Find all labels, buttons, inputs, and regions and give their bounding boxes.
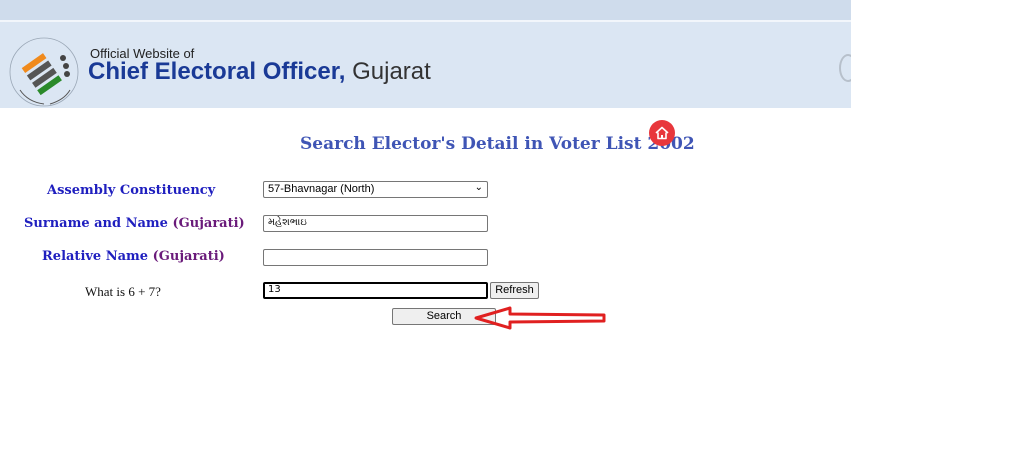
home-glyph-icon	[655, 126, 669, 140]
page-title: Search Elector's Detail in Voter List 20…	[300, 134, 695, 154]
site-banner: Official Website of Chief Electoral Offi…	[0, 22, 851, 108]
chevron-down-icon: ⌄	[474, 182, 483, 193]
top-strip	[0, 0, 851, 20]
name-label: Surname and Name (Gujarati)	[24, 216, 245, 231]
banner-title: Chief Electoral Officer, Gujarat	[88, 58, 431, 86]
assembly-select[interactable]: 57-Bhavnagar (North) ⌄	[263, 181, 488, 198]
assembly-label: Assembly Constituency	[47, 183, 216, 198]
relative-label-main: Relative Name	[42, 249, 149, 264]
assembly-select-value: 57-Bhavnagar (North)	[268, 183, 375, 195]
name-label-lang: (Gujarati)	[172, 216, 245, 231]
name-input[interactable]: મહેશભાઇ	[263, 215, 488, 232]
refresh-button[interactable]: Refresh	[490, 282, 539, 299]
relative-name-input[interactable]	[263, 249, 488, 266]
captcha-input[interactable]: 13	[263, 282, 488, 299]
relative-label: Relative Name (Gujarati)	[42, 249, 225, 264]
eci-logo-icon	[9, 37, 79, 107]
banner-title-main: Chief Electoral Officer,	[88, 58, 346, 85]
banner-title-region: Gujarat	[352, 58, 431, 85]
relative-label-lang: (Gujarati)	[152, 249, 225, 264]
home-icon[interactable]	[649, 120, 675, 146]
banner-edge-ornament	[839, 54, 851, 82]
name-label-main: Surname and Name	[24, 216, 168, 231]
pointer-arrow-icon	[474, 306, 606, 330]
captcha-question: What is 6 + 7?	[85, 284, 161, 299]
